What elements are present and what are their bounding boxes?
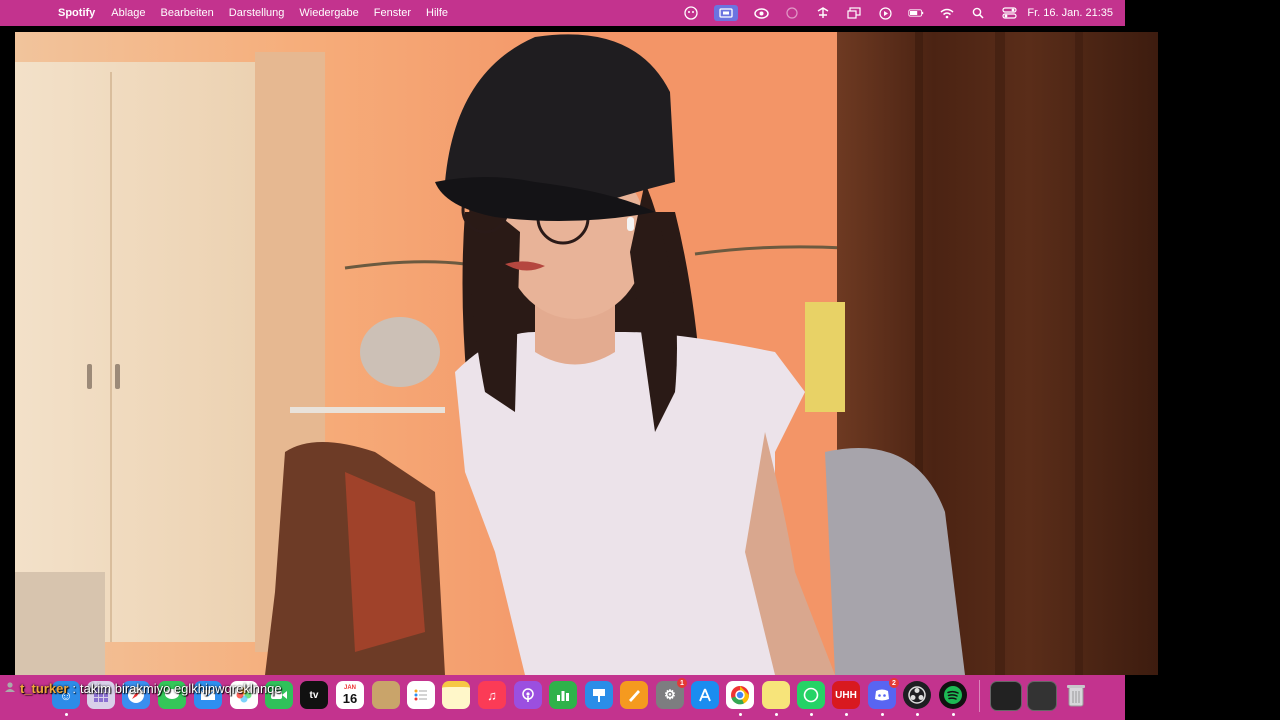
- dock-running-indicator: [881, 713, 884, 716]
- podcasts-icon[interactable]: [514, 681, 542, 709]
- chat-user-icon: [4, 681, 16, 696]
- calendar-icon[interactable]: JAN 16: [336, 681, 364, 709]
- wifi-icon[interactable]: [939, 6, 955, 20]
- menu-item-fenster[interactable]: Fenster: [374, 7, 411, 19]
- menu-item-ablage[interactable]: Ablage: [111, 7, 145, 19]
- webcam-scene-illustration: [15, 32, 1158, 675]
- status-area: Fr. 16. Jan. 21:35: [668, 0, 1113, 26]
- network-icon[interactable]: [815, 6, 831, 20]
- play-icon[interactable]: [877, 6, 893, 20]
- menu-bar-clock[interactable]: Fr. 16. Jan. 21:35: [1027, 7, 1113, 19]
- control-center-icon[interactable]: [1001, 6, 1017, 20]
- settings-badge: 1: [677, 678, 687, 688]
- screen-share-icon[interactable]: [714, 5, 739, 21]
- dock-running-indicator: [810, 713, 813, 716]
- pages-icon[interactable]: [620, 681, 648, 709]
- dock-running-indicator: [775, 713, 778, 716]
- dock-running-indicator: [952, 713, 955, 716]
- dock-running-indicator: [65, 713, 68, 716]
- notes-icon[interactable]: [442, 681, 470, 709]
- numbers-icon[interactable]: [549, 681, 577, 709]
- trash-icon[interactable]: [1062, 681, 1090, 709]
- stickies-icon[interactable]: [762, 681, 790, 709]
- uhh-app-icon[interactable]: UHH: [832, 681, 860, 709]
- record-icon[interactable]: [784, 6, 800, 20]
- minimized-window-1-icon[interactable]: [990, 681, 1022, 711]
- keynote-icon[interactable]: [585, 681, 613, 709]
- chat-message: takim birakmiyo eglkhjnwqreklnnqe: [80, 680, 282, 696]
- minimized-window-2-icon[interactable]: [1027, 681, 1057, 711]
- whatsapp-icon[interactable]: [797, 681, 825, 709]
- system-settings-icon[interactable]: ⚙ 1: [656, 678, 687, 709]
- chat-overlay: t_turker : takim birakmiyo eglkhjnwqrekl…: [4, 679, 282, 697]
- menu-item-wiedergabe[interactable]: Wiedergabe: [299, 7, 358, 19]
- obs-icon[interactable]: [903, 681, 931, 709]
- menu-item-hilfe[interactable]: Hilfe: [426, 7, 448, 19]
- display-icon[interactable]: [846, 6, 862, 20]
- menu-app-name[interactable]: Spotify: [58, 7, 95, 19]
- discord-icon[interactable]: 2: [868, 678, 899, 709]
- menu-bar: Spotify Ablage Bearbeiten Darstellung Wi…: [0, 0, 1125, 26]
- apple-tv-icon[interactable]: tv: [300, 681, 328, 709]
- dock-divider: [979, 680, 980, 712]
- search-icon[interactable]: [970, 6, 986, 20]
- chat-separator: :: [72, 680, 77, 696]
- menu-item-bearbeiten[interactable]: Bearbeiten: [161, 7, 214, 19]
- face-icon[interactable]: [683, 6, 699, 20]
- music-icon[interactable]: ♫: [478, 681, 506, 709]
- discord-badge: 2: [889, 678, 899, 688]
- webcam-video: [15, 32, 1158, 675]
- dock-running-indicator: [916, 713, 919, 716]
- battery-icon[interactable]: [908, 6, 924, 20]
- creative-cloud-icon[interactable]: [753, 6, 769, 20]
- calendar-day: 16: [342, 690, 358, 706]
- dock-running-indicator: [845, 713, 848, 716]
- reminders-icon[interactable]: [407, 681, 435, 709]
- spotify-icon[interactable]: [939, 681, 967, 709]
- chat-username: t_turker: [20, 680, 69, 696]
- app-store-icon[interactable]: [691, 681, 719, 709]
- notes-folder-icon[interactable]: [372, 681, 400, 709]
- chrome-icon[interactable]: [726, 681, 754, 709]
- dock-running-indicator: [739, 713, 742, 716]
- menu-item-darstellung[interactable]: Darstellung: [229, 7, 285, 19]
